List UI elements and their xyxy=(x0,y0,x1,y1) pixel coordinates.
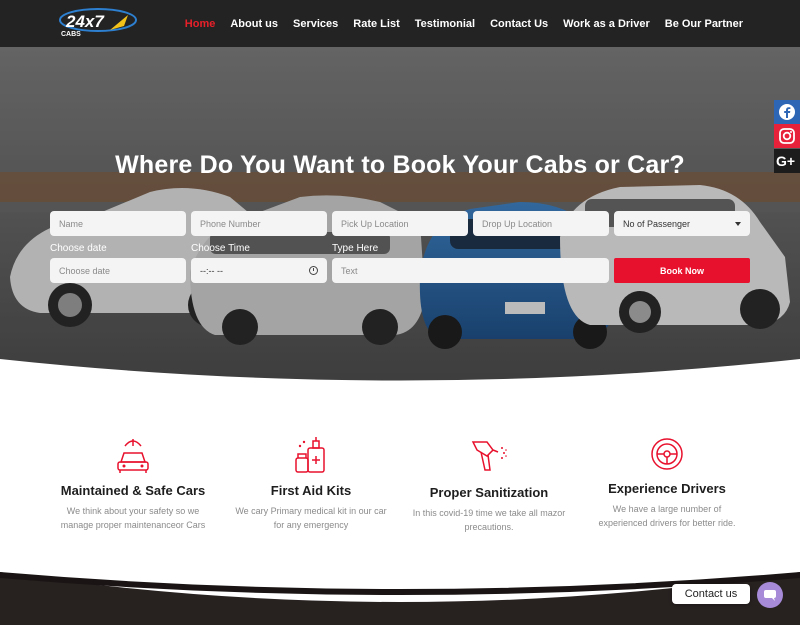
steering-wheel-icon xyxy=(651,438,683,470)
feature-text: We think about your safety so we manage … xyxy=(60,506,206,530)
sanitizer-bottles-icon xyxy=(295,437,325,473)
time-input-value: --:-- -- xyxy=(200,265,223,276)
nav-work-as-driver[interactable]: Work as a Driver xyxy=(563,18,650,30)
phone-input[interactable]: Phone Number xyxy=(191,211,327,236)
name-input[interactable]: Name xyxy=(50,211,186,236)
feature-title: Maintained & Safe Cars xyxy=(60,483,206,498)
svg-text:G+: G+ xyxy=(776,153,795,169)
chat-button[interactable] xyxy=(757,582,783,608)
svg-text:24x7: 24x7 xyxy=(65,12,105,31)
hero-section: Where Do You Want to Book Your Cabs or C… xyxy=(0,47,800,392)
chat-icon xyxy=(764,590,776,601)
nav-services[interactable]: Services xyxy=(293,18,338,30)
nav-contact-us[interactable]: Contact Us xyxy=(490,18,548,30)
feature-drivers: Experience Drivers We have a large numbe… xyxy=(572,436,762,530)
date-label: Choose date xyxy=(50,243,107,254)
feature-title: First Aid Kits xyxy=(270,483,352,498)
google-plus-link[interactable]: G+ xyxy=(774,149,800,173)
feature-first-aid: First Aid Kits We cary Primary medical k… xyxy=(216,436,406,532)
nav-rate-list[interactable]: Rate List xyxy=(353,18,399,30)
top-navbar: 24x7 CABS Home About us Services Rate Li… xyxy=(0,0,800,47)
drop-location-input[interactable]: Drop Up Location xyxy=(473,211,609,236)
nav-about-us[interactable]: About us xyxy=(230,18,278,30)
nav-testimonial[interactable]: Testimonial xyxy=(415,18,475,30)
nav-links: Home About us Services Rate List Testimo… xyxy=(185,0,743,47)
feature-title: Proper Sanitization xyxy=(429,485,549,500)
clock-icon[interactable] xyxy=(309,266,318,275)
spray-gun-icon xyxy=(471,441,507,471)
nav-be-our-partner[interactable]: Be Our Partner xyxy=(665,18,743,30)
passenger-select-value: No of Passenger xyxy=(623,218,691,229)
book-now-button[interactable]: Book Now xyxy=(614,258,750,283)
date-input[interactable]: Choose date xyxy=(50,258,186,283)
text-label: Type Here xyxy=(332,243,379,254)
hero-title: Where Do You Want to Book Your Cabs or C… xyxy=(115,151,685,179)
contact-us-label[interactable]: Contact us xyxy=(672,584,750,604)
feature-text: We have a large number of experienced dr… xyxy=(598,504,736,528)
time-input[interactable]: --:-- -- xyxy=(191,258,327,283)
car-wash-icon xyxy=(117,439,149,473)
feature-title: Experience Drivers xyxy=(608,481,726,496)
facebook-link[interactable] xyxy=(774,100,800,124)
message-input[interactable]: Text xyxy=(332,258,609,283)
feature-text: We cary Primary medical kit in our car f… xyxy=(235,506,387,530)
site-logo[interactable]: 24x7 CABS xyxy=(58,6,144,38)
svg-text:CABS: CABS xyxy=(61,31,81,38)
pickup-location-input[interactable]: Pick Up Location xyxy=(332,211,468,236)
feature-safe-cars: Maintained & Safe Cars We think about yo… xyxy=(38,436,228,532)
time-label: Choose Time xyxy=(191,243,250,254)
feature-sanitization: Proper Sanitization In this covid-19 tim… xyxy=(394,436,584,534)
instagram-link[interactable] xyxy=(774,124,800,148)
instagram-icon xyxy=(779,128,795,144)
google-plus-icon: G+ xyxy=(776,153,795,169)
chevron-down-icon xyxy=(735,221,741,226)
facebook-icon xyxy=(779,104,795,120)
feature-text: In this covid-19 time we take all mazor … xyxy=(412,508,566,532)
passenger-select[interactable]: No of Passenger xyxy=(614,211,750,236)
nav-home[interactable]: Home xyxy=(185,18,216,30)
